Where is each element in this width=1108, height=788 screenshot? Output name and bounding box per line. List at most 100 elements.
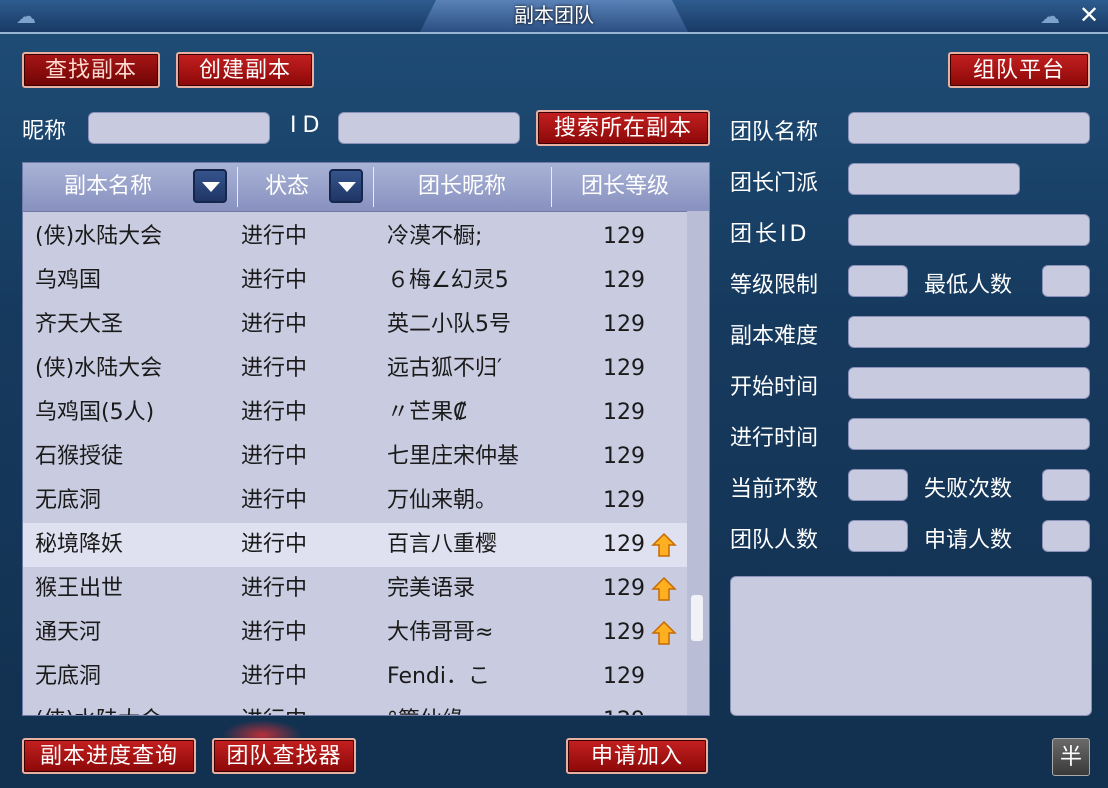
leader-level-cell: 129 bbox=[603, 488, 645, 513]
status-cell: 进行中 bbox=[241, 312, 308, 337]
leader-level-cell: 129 bbox=[603, 532, 645, 557]
table-row[interactable]: 通天河 进行中 大伟哥哥≈ 129 bbox=[23, 611, 687, 655]
dungeon-list: 副本名称 状态 团长昵称 团长等级 (侠)水陆大会 进行中 冷漠不橱; 129 乌鸡国进… bbox=[22, 162, 710, 716]
elapsed-time-label: 进行时间 bbox=[730, 426, 819, 451]
applicants-field bbox=[1042, 520, 1090, 552]
level-limit-field bbox=[848, 265, 908, 297]
id-label: ID bbox=[290, 113, 326, 138]
difficulty-label: 副本难度 bbox=[730, 324, 819, 349]
status-cell: 进行中 bbox=[241, 664, 308, 689]
leader-level-cell: 129 bbox=[603, 620, 645, 645]
title-bar: ☁ ☁ 副本团队 ✕ bbox=[0, 0, 1108, 34]
dungeon-name-cell: 齐天大圣 bbox=[35, 312, 124, 337]
leader-level-cell: 129 bbox=[603, 699, 653, 715]
status-cell: 进行中 bbox=[241, 576, 308, 601]
header-leader-nickname: 团长昵称 bbox=[417, 174, 506, 199]
leader-nickname-cell: 七里庄宋仲基 bbox=[387, 444, 520, 469]
team-platform-button[interactable]: 组队平台 bbox=[948, 52, 1090, 88]
leader-school-field bbox=[848, 163, 1020, 195]
table-row[interactable]: 无底洞 进行中 Fendi．こ 129 bbox=[23, 655, 687, 699]
current-round-field bbox=[848, 469, 908, 501]
table-row[interactable]: 秘境降妖 进行中 百言八重樱 129 bbox=[23, 523, 687, 567]
up-arrow-icon bbox=[651, 576, 677, 601]
status-cell: 进行中 bbox=[241, 224, 308, 249]
leader-id-label: 团长ID bbox=[730, 222, 810, 247]
dungeon-name-cell: (侠)水陆大会 bbox=[35, 699, 215, 715]
header-dungeon-name: 副本名称 bbox=[63, 174, 152, 199]
close-icon[interactable]: ✕ bbox=[1076, 2, 1102, 28]
id-input[interactable] bbox=[338, 112, 520, 144]
table-row[interactable]: 乌鸡国 进行中 ６梅∠幻灵5 129 bbox=[23, 259, 687, 303]
misc-toggle-button[interactable]: 半 bbox=[1052, 738, 1090, 776]
chevron-down-icon[interactable] bbox=[193, 169, 227, 203]
leader-nickname-cell: 冷漠不橱; bbox=[387, 224, 483, 249]
table-row[interactable]: (侠)水陆大会 进行中 °篱仙缘 129 bbox=[23, 699, 687, 715]
table-row[interactable]: 无底洞 进行中 万仙来朝。 129 bbox=[23, 479, 687, 523]
status-cell: 进行中 bbox=[241, 620, 308, 645]
dungeon-name-cell: (侠)水陆大会 bbox=[35, 356, 163, 381]
leader-level-cell: 129 bbox=[603, 576, 645, 601]
cloud-ornament-icon: ☁ bbox=[16, 4, 36, 28]
window-title: 副本团队 bbox=[420, 0, 688, 32]
search-dungeon-button[interactable]: 搜索所在副本 bbox=[536, 110, 710, 146]
status-cell: 进行中 bbox=[241, 356, 308, 381]
leader-nickname-cell: 〃芒果₡ bbox=[387, 400, 467, 425]
leader-school-label: 团长门派 bbox=[730, 171, 819, 196]
dungeon-name-cell: 秘境降妖 bbox=[35, 532, 124, 557]
progress-query-button[interactable]: 副本进度查询 bbox=[22, 738, 196, 774]
status-cell: 进行中 bbox=[241, 268, 308, 293]
fail-count-field bbox=[1042, 469, 1090, 501]
header-status: 状态 bbox=[264, 174, 309, 199]
table-row[interactable]: (侠)水陆大会 进行中 远古狐不归′ 129 bbox=[23, 347, 687, 391]
header-leader-level: 团长等级 bbox=[580, 174, 669, 199]
leader-nickname-cell: 大伟哥哥≈ bbox=[387, 620, 494, 645]
leader-level-cell: 129 bbox=[603, 224, 645, 249]
leader-nickname-cell: ６梅∠幻灵5 bbox=[387, 268, 509, 293]
dungeon-name-cell: 无底洞 bbox=[35, 664, 102, 689]
leader-level-cell: 129 bbox=[603, 444, 645, 469]
team-size-label: 团队人数 bbox=[730, 528, 819, 553]
leader-level-cell: 129 bbox=[603, 400, 645, 425]
table-row[interactable]: 猴王出世 进行中 完美语录 129 bbox=[23, 567, 687, 611]
leader-nickname-cell: 万仙来朝。 bbox=[387, 488, 498, 513]
current-round-label: 当前环数 bbox=[730, 477, 819, 502]
scrollbar-thumb[interactable] bbox=[691, 595, 703, 641]
leader-nickname-cell: °篱仙缘 bbox=[387, 699, 587, 715]
leader-level-cell: 129 bbox=[603, 664, 645, 689]
table-row[interactable]: (侠)水陆大会 进行中 冷漠不橱; 129 bbox=[23, 215, 687, 259]
status-cell: 进行中 bbox=[241, 699, 351, 715]
leader-level-cell: 129 bbox=[603, 268, 645, 293]
applicants-label: 申请人数 bbox=[924, 528, 1013, 553]
create-dungeon-button[interactable]: 创建副本 bbox=[176, 52, 314, 88]
up-arrow-icon bbox=[651, 532, 677, 557]
apply-join-button[interactable]: 申请加入 bbox=[566, 738, 708, 774]
chevron-down-icon[interactable] bbox=[329, 169, 363, 203]
dungeon-name-cell: 猴王出世 bbox=[35, 576, 124, 601]
dungeon-name-cell: (侠)水陆大会 bbox=[35, 224, 163, 249]
list-scrollbar[interactable] bbox=[687, 211, 709, 715]
cloud-ornament-icon: ☁ bbox=[1040, 4, 1060, 28]
dungeon-name-cell: 乌鸡国 bbox=[35, 268, 102, 293]
min-members-label: 最低人数 bbox=[924, 273, 1013, 298]
status-cell: 进行中 bbox=[241, 488, 308, 513]
leader-level-cell: 129 bbox=[603, 356, 645, 381]
table-row[interactable]: 齐天大圣 进行中 英二小队5号 129 bbox=[23, 303, 687, 347]
status-cell: 进行中 bbox=[241, 444, 308, 469]
team-size-field bbox=[848, 520, 908, 552]
table-row[interactable]: 石猴授徒 进行中 七里庄宋仲基 129 bbox=[23, 435, 687, 479]
leader-nickname-cell: 远古狐不归′ bbox=[387, 356, 502, 381]
nickname-input[interactable] bbox=[88, 112, 270, 144]
table-row[interactable]: 乌鸡国(5人) 进行中 〃芒果₡ 129 bbox=[23, 391, 687, 435]
status-cell: 进行中 bbox=[241, 400, 308, 425]
leader-nickname-cell: 完美语录 bbox=[387, 576, 476, 601]
leader-id-field bbox=[848, 214, 1090, 246]
start-time-label: 开始时间 bbox=[730, 375, 819, 400]
up-arrow-icon bbox=[651, 620, 677, 645]
elapsed-time-field bbox=[848, 418, 1090, 450]
team-name-field bbox=[848, 112, 1090, 144]
team-finder-button[interactable]: 团队查找器 bbox=[212, 738, 356, 774]
min-members-field bbox=[1042, 265, 1090, 297]
dungeon-description-box bbox=[730, 576, 1092, 716]
find-dungeon-button[interactable]: 查找副本 bbox=[22, 52, 160, 88]
leader-level-cell: 129 bbox=[603, 312, 645, 337]
